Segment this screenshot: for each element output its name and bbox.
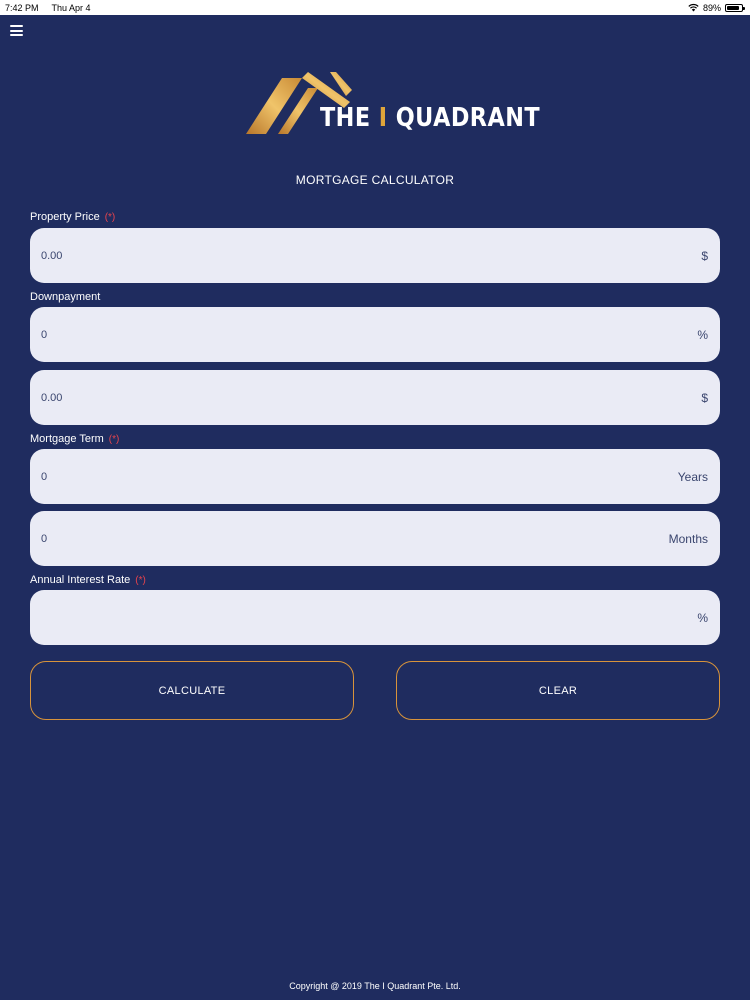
mortgage-term-label: Mortgage Term (*): [30, 433, 119, 445]
downpayment-amount-value: 0.00: [41, 391, 63, 404]
battery-icon: [725, 3, 745, 12]
wifi-icon: [688, 3, 699, 12]
status-time: 7:42 PM: [5, 2, 39, 13]
mortgage-term-months-value: 0: [41, 532, 48, 545]
downpayment-label-text: Downpayment: [30, 291, 101, 303]
logo-wordmark: THE I QUADRANT: [320, 103, 540, 133]
downpayment-amount-unit: $: [701, 390, 708, 405]
downpayment-percent-input[interactable]: 0 %: [30, 307, 720, 362]
battery-level: [727, 5, 740, 10]
interest-rate-label-text: Annual Interest Rate: [30, 574, 131, 586]
calculate-button[interactable]: CALCULATE: [30, 661, 354, 720]
downpayment-percent-value: 0: [41, 328, 48, 341]
required-mark: (*): [104, 212, 116, 223]
property-price-label-text: Property Price: [30, 211, 100, 223]
required-mark: (*): [135, 575, 146, 586]
hamburger-menu-icon[interactable]: [10, 25, 23, 36]
logo-word-quadrant: QUADRANT: [395, 103, 541, 133]
page-title: MORTGAGE CALCULATOR: [295, 173, 455, 187]
battery-percent: 89%: [702, 2, 721, 13]
mortgage-term-label-text: Mortgage Term: [30, 433, 104, 445]
interest-rate-label: Annual Interest Rate (*): [30, 574, 146, 586]
logo-separator: I: [378, 103, 388, 133]
brand-logo: THE I QUADRANT: [246, 70, 540, 138]
mortgage-term-years-unit: Years: [677, 469, 708, 484]
mortgage-term-months-input[interactable]: 0 Months: [30, 511, 720, 566]
property-price-label: Property Price (*): [30, 211, 115, 223]
interest-rate-unit: %: [697, 610, 708, 625]
property-price-unit: $: [701, 248, 708, 263]
status-date: Thu Apr 4: [51, 2, 91, 13]
interest-rate-input[interactable]: %: [30, 590, 720, 645]
mortgage-term-years-value: 0: [41, 470, 48, 483]
status-bar: 7:42 PM Thu Apr 4 89%: [0, 0, 750, 15]
mortgage-term-months-unit: Months: [668, 531, 708, 546]
downpayment-percent-unit: %: [697, 327, 708, 342]
logo-word-the: THE: [320, 103, 371, 133]
mortgage-term-years-input[interactable]: 0 Years: [30, 449, 720, 504]
downpayment-amount-input[interactable]: 0.00 $: [30, 370, 720, 425]
property-price-input[interactable]: 0.00 $: [30, 228, 720, 283]
property-price-value: 0.00: [41, 249, 63, 262]
clear-button[interactable]: CLEAR: [396, 661, 720, 720]
required-mark: (*): [108, 434, 120, 445]
copyright-footer: Copyright @ 2019 The I Quadrant Pte. Ltd…: [289, 981, 461, 991]
downpayment-label: Downpayment: [30, 291, 100, 303]
